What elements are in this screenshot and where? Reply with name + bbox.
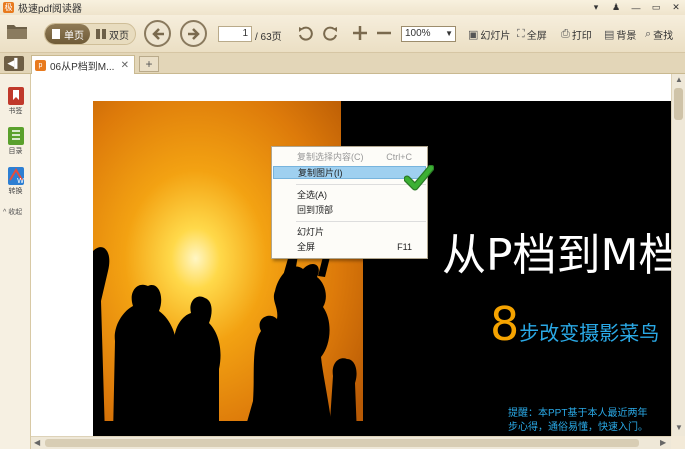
- vertical-scroll-thumb[interactable]: [674, 88, 683, 120]
- print-label: 打印: [571, 31, 592, 42]
- menu-item-label: 复制选择内容(C): [297, 152, 364, 162]
- double-page-icon: [96, 29, 106, 39]
- search-button[interactable]: ⌕ 查找: [645, 27, 673, 42]
- zoom-select[interactable]: 100% ▼: [401, 26, 456, 42]
- menu-item-shortcut: Ctrl+C: [386, 152, 412, 162]
- arrow-left-icon: [151, 27, 164, 40]
- menu-item-fullscreen[interactable]: 全屏 F11: [273, 241, 426, 254]
- fullscreen-icon: ⛶: [517, 28, 525, 40]
- next-page-button[interactable]: [180, 20, 207, 47]
- slideshow-button[interactable]: ▣ 幻灯片: [468, 27, 510, 42]
- scroll-up-icon[interactable]: ▲: [675, 75, 683, 84]
- maximize-button[interactable]: ▭: [649, 2, 663, 13]
- dropdown-menu-icon[interactable]: ▾: [589, 2, 603, 13]
- horizontal-scroll-thumb[interactable]: [45, 439, 639, 447]
- zoom-value: 100%: [405, 28, 431, 39]
- view-mode-switch: 单页 双页: [44, 23, 136, 45]
- menu-item-copy-selection[interactable]: 复制选择内容(C) Ctrl+C: [273, 151, 426, 164]
- document-tab-label: 06从P档到M...: [50, 61, 115, 73]
- slide-number: 8: [490, 297, 520, 351]
- new-tab-button[interactable]: +: [139, 56, 159, 72]
- scroll-down-icon[interactable]: ▼: [675, 423, 683, 432]
- rotate-right-icon: [323, 26, 337, 41]
- plus-icon: [353, 26, 367, 40]
- chevron-down-icon: ▼: [445, 29, 453, 38]
- sidebar-item-convert[interactable]: W 转换: [3, 166, 28, 196]
- svg-text:W: W: [17, 177, 24, 185]
- menu-item-label: 全屏: [297, 242, 316, 252]
- minimize-button[interactable]: —: [629, 3, 643, 13]
- horizontal-scrollbar[interactable]: ◀ ▶: [31, 436, 671, 449]
- tab-bar: ◀▌ p 06从P档到M... ✕ +: [0, 53, 685, 74]
- menu-item-label: 回到顶部: [297, 205, 334, 215]
- fullscreen-label: 全屏: [526, 31, 547, 42]
- document-tab[interactable]: p 06从P档到M... ✕: [31, 55, 135, 74]
- fullscreen-button[interactable]: ⛶ 全屏: [517, 27, 547, 42]
- window-controls: ▾ ♟ — ▭ ✕: [589, 0, 683, 15]
- previous-page-button[interactable]: [144, 20, 171, 47]
- rotate-left-icon: [299, 26, 313, 41]
- page-total: / 63页: [255, 32, 282, 43]
- slide-subtitle: 8步改变摄影菜鸟: [490, 297, 659, 351]
- slide-note: 提醒：本PPT基于本人最近两年 步心得，通俗易懂，快速入门。: [508, 407, 648, 435]
- sidebar-item-label: 目录: [8, 148, 23, 155]
- background-button[interactable]: ▤ 背景: [604, 27, 636, 42]
- scroll-left-icon[interactable]: ◀: [34, 438, 40, 447]
- collapse-sidebar-button[interactable]: ^ 收起: [3, 207, 22, 217]
- search-label: 查找: [653, 31, 674, 42]
- background-icon: ▤: [604, 29, 615, 41]
- rotate-right-button[interactable]: [322, 24, 340, 42]
- toolbar: 单页 双页 1 / 63页 100% ▼ ▣ 幻灯片 ⛶ 全屏 ⎙ 打印 ▤ 背…: [0, 15, 685, 53]
- slideshow-icon: ▣: [468, 29, 479, 41]
- rotate-left-button[interactable]: [296, 24, 314, 42]
- zoom-in-button[interactable]: [351, 24, 369, 42]
- slide-note-line: 步心得，通俗易懂，快速入门。: [508, 422, 648, 433]
- page-number-input[interactable]: 1: [218, 26, 252, 42]
- vertical-scrollbar[interactable]: ▲ ▼: [671, 74, 685, 436]
- sidebar-item-bookmarks[interactable]: 书签: [3, 86, 28, 116]
- title-bar: 极 极速pdf阅读器 ▾ ♟ — ▭ ✕: [0, 0, 685, 15]
- app-logo-icon: 极: [3, 2, 14, 13]
- zoom-out-button[interactable]: [375, 24, 393, 42]
- sidebar-item-toc[interactable]: 目录: [3, 126, 28, 156]
- side-panel: 书签 目录 W 转换 ^ 收起: [0, 74, 31, 449]
- convert-icon: W: [7, 167, 24, 185]
- slideshow-label: 幻灯片: [480, 31, 511, 42]
- close-tab-icon[interactable]: ✕: [121, 60, 129, 71]
- menu-item-label: 全选(A): [297, 190, 327, 200]
- menu-item-back-to-top[interactable]: 回到顶部: [273, 204, 426, 217]
- close-window-button[interactable]: ✕: [669, 2, 683, 13]
- search-icon: ⌕: [645, 28, 652, 40]
- double-page-button[interactable]: 双页: [90, 24, 135, 44]
- menu-item-slideshow[interactable]: 幻灯片: [273, 226, 426, 239]
- menu-item-shortcut: F11: [397, 242, 412, 252]
- slide-title: 从P档到M档: [442, 230, 671, 281]
- slide-subtitle-text: 步改变摄影菜鸟: [519, 323, 660, 345]
- menu-item-label: 幻灯片: [297, 227, 325, 237]
- sidebar-item-label: 转换: [8, 188, 23, 195]
- sidebar-item-label: 书签: [8, 108, 23, 115]
- slide-note-line: 提醒：本PPT基于本人最近两年: [508, 408, 648, 419]
- menu-item-label: 复制图片(I): [298, 168, 343, 178]
- print-button[interactable]: ⎙ 打印: [561, 27, 592, 42]
- bookmark-icon: [7, 87, 24, 105]
- pdf-file-icon: p: [35, 59, 46, 71]
- single-page-label: 单页: [64, 30, 84, 42]
- menu-separator: [296, 221, 426, 222]
- checkmark-icon: [404, 165, 434, 191]
- single-page-button[interactable]: 单页: [45, 24, 90, 44]
- toc-icon: [7, 127, 24, 145]
- context-menu: 复制选择内容(C) Ctrl+C 复制图片(I) 全选(A) 回到顶部 幻灯片 …: [271, 146, 428, 259]
- open-folder-icon[interactable]: [6, 22, 28, 40]
- background-label: 背景: [616, 31, 637, 42]
- single-page-icon: [52, 29, 60, 39]
- sidebar-toggle-button[interactable]: ◀▌: [4, 56, 24, 71]
- arrow-right-icon: [187, 27, 200, 40]
- printer-icon: ⎙: [561, 28, 570, 40]
- app-title: 极速pdf阅读器: [18, 4, 82, 15]
- double-page-label: 双页: [109, 30, 129, 42]
- scroll-right-icon[interactable]: ▶: [660, 438, 666, 447]
- skin-icon[interactable]: ♟: [609, 2, 623, 13]
- minus-icon: [377, 31, 391, 35]
